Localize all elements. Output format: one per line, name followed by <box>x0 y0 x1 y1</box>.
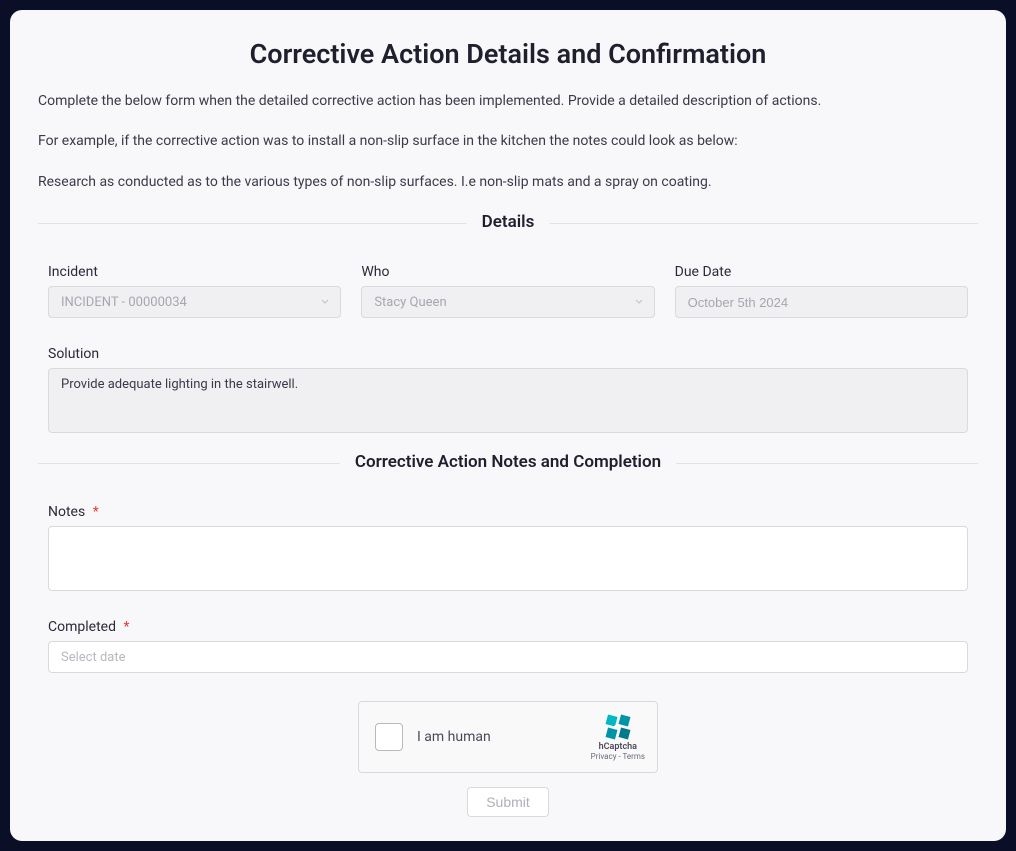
intro-paragraph-3: Research as conducted as to the various … <box>38 171 978 193</box>
notes-label: Notes * <box>48 504 968 520</box>
notes-label-text: Notes <box>48 504 85 520</box>
completed-label-text: Completed <box>48 619 116 635</box>
completed-field-group: Completed * <box>48 619 968 673</box>
solution-label: Solution <box>48 346 968 362</box>
section-details-legend: Details <box>467 212 550 232</box>
form-container: Corrective Action Details and Confirmati… <box>10 10 1006 841</box>
captcha-checkbox[interactable] <box>375 723 403 751</box>
captcha-privacy-link[interactable]: Privacy <box>591 752 617 761</box>
captcha-label: I am human <box>417 729 491 745</box>
who-label: Who <box>361 264 654 280</box>
submit-button[interactable]: Submit <box>467 787 549 817</box>
section-notes-header: Corrective Action Notes and Completion <box>38 463 978 464</box>
required-asterisk: * <box>93 504 99 520</box>
who-select: Stacy Queen <box>361 286 654 318</box>
captcha-terms-link[interactable]: Terms <box>623 752 645 761</box>
page-title: Corrective Action Details and Confirmati… <box>38 38 978 70</box>
section-details-header: Details <box>38 223 978 224</box>
incident-select: INCIDENT - 00000034 <box>48 286 341 318</box>
due-date-label: Due Date <box>675 264 968 280</box>
completed-label: Completed * <box>48 619 968 635</box>
due-date-input <box>675 286 968 318</box>
incident-field-group: Incident INCIDENT - 00000034 <box>48 264 341 318</box>
captcha-branding: hCaptcha Privacy - Terms <box>591 714 645 761</box>
hcaptcha-logo-icon <box>605 714 631 740</box>
required-asterisk: * <box>123 619 129 635</box>
details-row: Incident INCIDENT - 00000034 Who Stacy Q… <box>48 264 968 318</box>
captcha-box: I am human hCaptcha Privacy - Terms <box>358 701 658 773</box>
incident-select-wrapper: INCIDENT - 00000034 <box>48 286 341 318</box>
intro-paragraph-1: Complete the below form when the detaile… <box>38 90 978 112</box>
who-field-group: Who Stacy Queen <box>361 264 654 318</box>
notes-field-group: Notes * <box>48 504 968 591</box>
completed-date-input[interactable] <box>48 641 968 673</box>
captcha-brand-name: hCaptcha <box>599 742 637 752</box>
who-select-wrapper: Stacy Queen <box>361 286 654 318</box>
intro-paragraph-2: For example, if the corrective action wa… <box>38 130 978 152</box>
solution-field-group: Solution Provide adequate lighting in th… <box>48 346 968 433</box>
captcha-links: Privacy - Terms <box>591 752 645 761</box>
due-date-field-group: Due Date <box>675 264 968 318</box>
captcha-left: I am human <box>375 723 491 751</box>
solution-textarea: Provide adequate lighting in the stairwe… <box>48 368 968 433</box>
section-notes-legend: Corrective Action Notes and Completion <box>340 452 676 472</box>
notes-textarea[interactable] <box>48 526 968 591</box>
incident-label: Incident <box>48 264 341 280</box>
